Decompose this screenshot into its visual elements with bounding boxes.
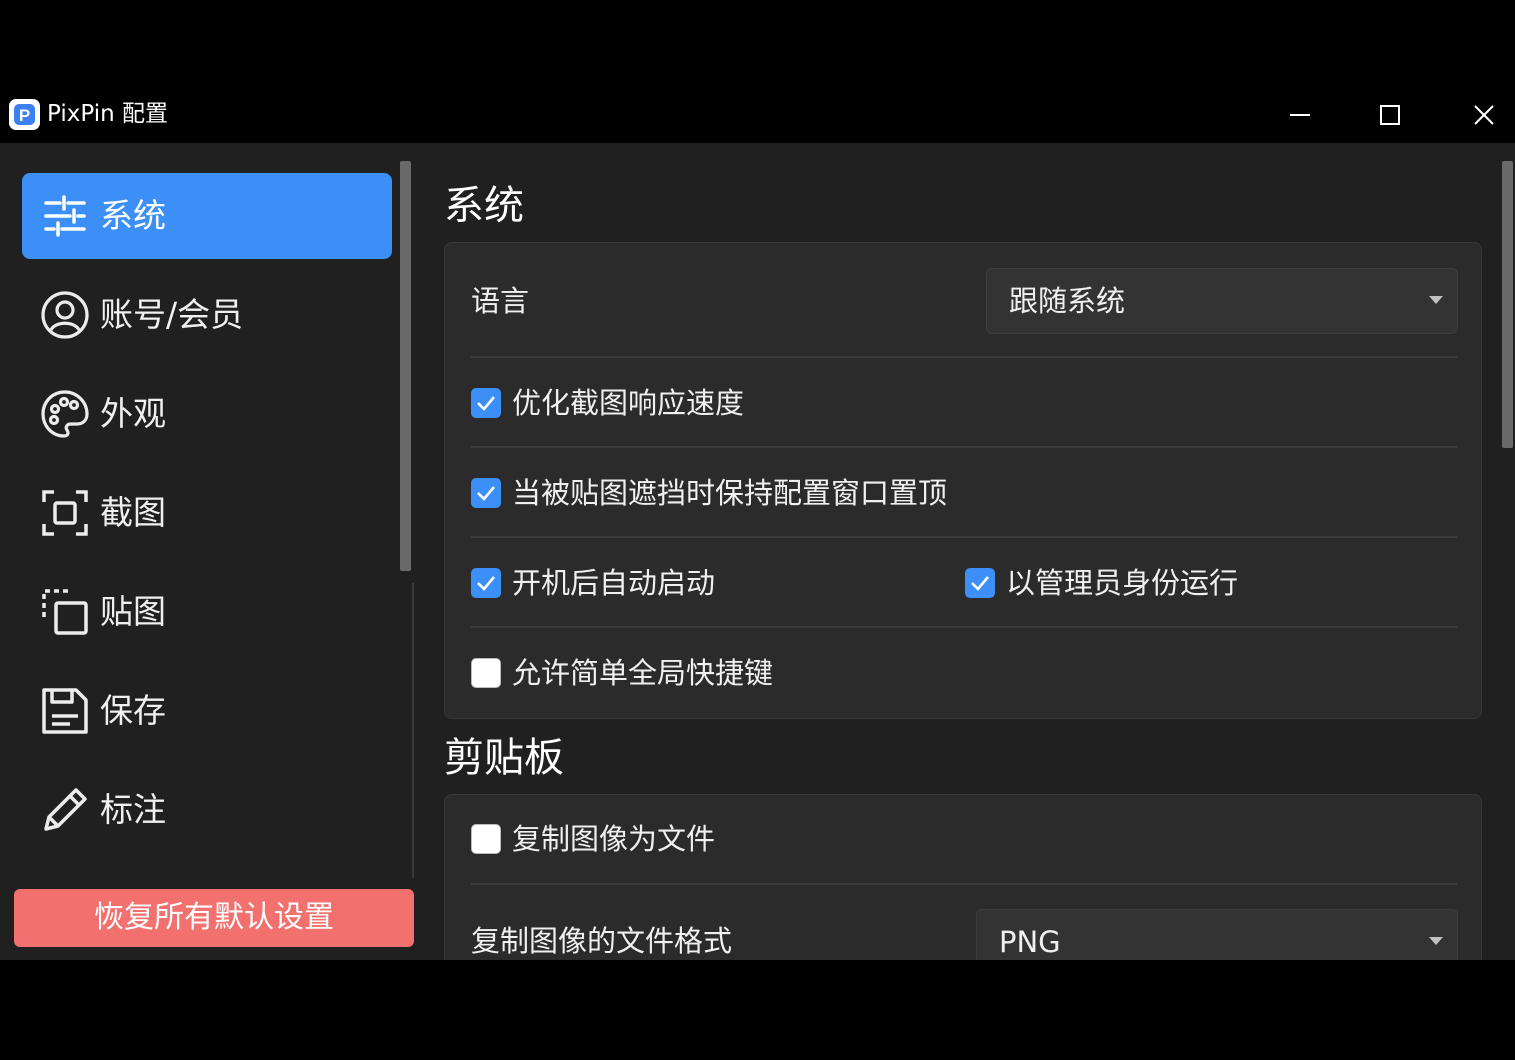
svg-text:P: P — [19, 106, 30, 125]
language-dropdown-value: 跟随系统 — [1009, 284, 1126, 318]
simple-global-hotkeys-checkbox[interactable] — [471, 658, 501, 688]
settings-window: 系统 账号/会员 外观 截图 贴图 保存 标注 恢复所有默认设置 系统 语言 跟… — [0, 143, 1515, 960]
check-icon — [477, 486, 495, 501]
file-format-dropdown-value: PNG — [999, 925, 1061, 959]
reset-all-defaults-button[interactable]: 恢复所有默认设置 — [14, 889, 414, 947]
check-icon — [971, 576, 989, 591]
sidebar-item-save[interactable]: 保存 — [22, 668, 392, 754]
sidebar-item-label: 截图 — [100, 493, 166, 532]
copy-as-file-checkbox[interactable] — [471, 824, 501, 854]
sliders-icon — [44, 195, 86, 237]
optimize-response-label: 优化截图响应速度 — [512, 386, 745, 420]
sidebar-item-label: 账号/会员 — [100, 295, 244, 334]
maximize-icon — [1380, 105, 1400, 125]
title-bar: P PixPin 配置 — [0, 86, 1515, 143]
divider — [471, 356, 1457, 358]
user-circle-icon — [41, 291, 89, 339]
sidebar-item-appearance[interactable]: 外观 — [22, 371, 392, 457]
sidebar-item-label: 系统 — [100, 196, 166, 235]
minimize-button[interactable] — [1270, 90, 1330, 140]
language-dropdown[interactable]: 跟随系统 — [986, 268, 1458, 334]
run-as-admin-checkbox[interactable] — [965, 568, 995, 598]
pencil-icon — [44, 788, 87, 831]
auto-start-checkbox[interactable] — [471, 568, 501, 598]
window-title: PixPin 配置 — [47, 101, 169, 127]
save-icon — [42, 688, 88, 734]
section-title-clipboard: 剪贴板 — [444, 735, 564, 781]
check-icon — [477, 396, 495, 411]
divider — [471, 446, 1457, 448]
sidebar-scrollbar[interactable] — [400, 161, 411, 571]
simple-global-hotkeys-label: 允许简单全局快捷键 — [512, 656, 774, 690]
screenshot-frame-icon — [42, 490, 88, 536]
keep-on-top-label: 当被贴图遮挡时保持配置窗口置顶 — [512, 476, 948, 510]
keep-on-top-checkbox[interactable] — [471, 478, 501, 508]
run-as-admin-label: 以管理员身份运行 — [1006, 566, 1239, 600]
chevron-down-icon — [1429, 937, 1443, 945]
sidebar-item-label: 保存 — [100, 691, 166, 730]
content-scrollbar[interactable] — [1502, 161, 1513, 448]
divider — [471, 883, 1457, 885]
palette-icon — [41, 390, 89, 438]
system-settings-card: 语言 跟随系统 优化截图响应速度 当被贴图遮挡时保持配置窗口置顶 开机后自动启动 — [444, 242, 1482, 719]
settings-content: 系统 语言 跟随系统 优化截图响应速度 当被贴图遮挡时保持配置窗口置顶 开机后自… — [414, 143, 1515, 960]
section-title-system: 系统 — [444, 183, 524, 229]
optimize-response-checkbox[interactable] — [471, 388, 501, 418]
chevron-down-icon — [1429, 296, 1443, 304]
file-format-label: 复制图像的文件格式 — [471, 924, 733, 958]
sidebar-item-screenshot[interactable]: 截图 — [22, 470, 392, 556]
pin-copy-icon — [42, 589, 88, 635]
divider — [471, 626, 1457, 628]
close-button[interactable] — [1454, 90, 1514, 140]
pixpin-logo-icon: P — [9, 99, 40, 130]
sidebar-item-account[interactable]: 账号/会员 — [22, 272, 392, 358]
sidebar-item-pin[interactable]: 贴图 — [22, 569, 392, 655]
minimize-icon — [1290, 114, 1310, 116]
file-format-dropdown[interactable]: PNG — [976, 909, 1458, 960]
sidebar-item-label: 贴图 — [100, 592, 166, 631]
close-icon — [1474, 105, 1494, 125]
divider — [471, 536, 1457, 538]
sidebar-item-label: 标注 — [100, 790, 166, 829]
clipboard-settings-card: 复制图像为文件 复制图像的文件格式 PNG — [444, 794, 1482, 960]
copy-as-file-label: 复制图像为文件 — [512, 822, 716, 856]
sidebar-item-system[interactable]: 系统 — [22, 173, 392, 259]
sidebar: 系统 账号/会员 外观 截图 贴图 保存 标注 恢复所有默认设置 — [0, 143, 414, 960]
check-icon — [477, 576, 495, 591]
auto-start-label: 开机后自动启动 — [512, 566, 716, 600]
maximize-button[interactable] — [1360, 90, 1420, 140]
sidebar-item-annotation[interactable]: 标注 — [22, 767, 392, 853]
language-label: 语言 — [471, 284, 530, 318]
sidebar-item-label: 外观 — [100, 394, 166, 433]
